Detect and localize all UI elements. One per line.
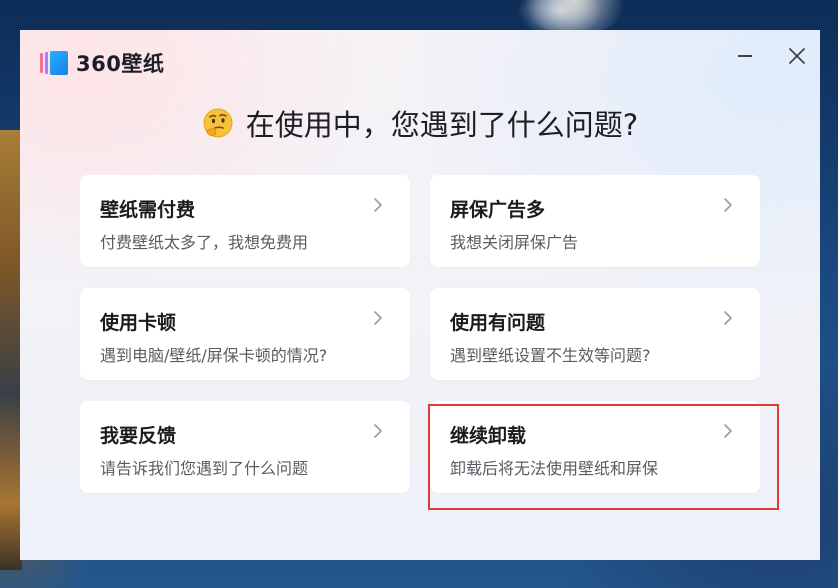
wallpaper-foliage [0, 130, 22, 570]
option-subtitle: 我想关闭屏保广告 [450, 233, 579, 252]
chevron-right-icon [374, 198, 382, 212]
app-name: 360壁纸 [76, 52, 165, 76]
survey-question: 在使用中，您遇到了什么问题? [20, 102, 820, 144]
app-logo: 360壁纸 [40, 48, 164, 78]
close-button[interactable] [786, 45, 808, 67]
option-title: 继续卸载 [450, 425, 527, 447]
option-subtitle: 卸载后将无法使用壁纸和屏保 [450, 459, 659, 478]
chevron-right-icon [724, 311, 732, 325]
minimize-button[interactable] [732, 44, 758, 68]
option-subtitle: 遇到电脑/壁纸/屏保卡顿的情况? [100, 346, 328, 365]
option-card-continue-uninstall[interactable]: 继续卸载 卸载后将无法使用壁纸和屏保 [430, 401, 760, 493]
survey-question-text: 在使用中，您遇到了什么问题? [245, 108, 639, 142]
option-subtitle: 付费壁纸太多了，我想免费用 [100, 233, 309, 252]
option-card-usage-problem[interactable]: 使用有问题 遇到壁纸设置不生效等问题? [430, 288, 760, 380]
chevron-right-icon [724, 198, 732, 212]
option-card-feedback[interactable]: 我要反馈 请告诉我们您遇到了什么问题 [80, 401, 410, 493]
chevron-right-icon [374, 424, 382, 438]
chevron-right-icon [374, 311, 382, 325]
app-logo-icon [40, 51, 70, 75]
option-title: 我要反馈 [100, 425, 177, 447]
option-title: 屏保广告多 [450, 199, 546, 221]
option-subtitle: 遇到壁纸设置不生效等问题? [450, 346, 651, 365]
option-subtitle: 请告诉我们您遇到了什么问题 [100, 459, 309, 478]
thinking-face-emoji-icon [203, 108, 233, 138]
chevron-right-icon [724, 424, 732, 438]
option-title: 使用有问题 [450, 312, 546, 334]
close-icon [789, 48, 805, 64]
option-title: 壁纸需付费 [100, 199, 196, 221]
option-card-lag[interactable]: 使用卡顿 遇到电脑/壁纸/屏保卡顿的情况? [80, 288, 410, 380]
option-card-paid-wallpaper[interactable]: 壁纸需付费 付费壁纸太多了，我想免费用 [80, 175, 410, 267]
option-title: 使用卡顿 [100, 312, 177, 334]
minimize-icon [738, 55, 752, 57]
uninstall-survey-dialog: 360壁纸 在使用中，您遇到了什么问题? 壁纸需付费 付费壁纸太多了，我想免费用 [20, 30, 820, 560]
option-card-screensaver-ads[interactable]: 屏保广告多 我想关闭屏保广告 [430, 175, 760, 267]
